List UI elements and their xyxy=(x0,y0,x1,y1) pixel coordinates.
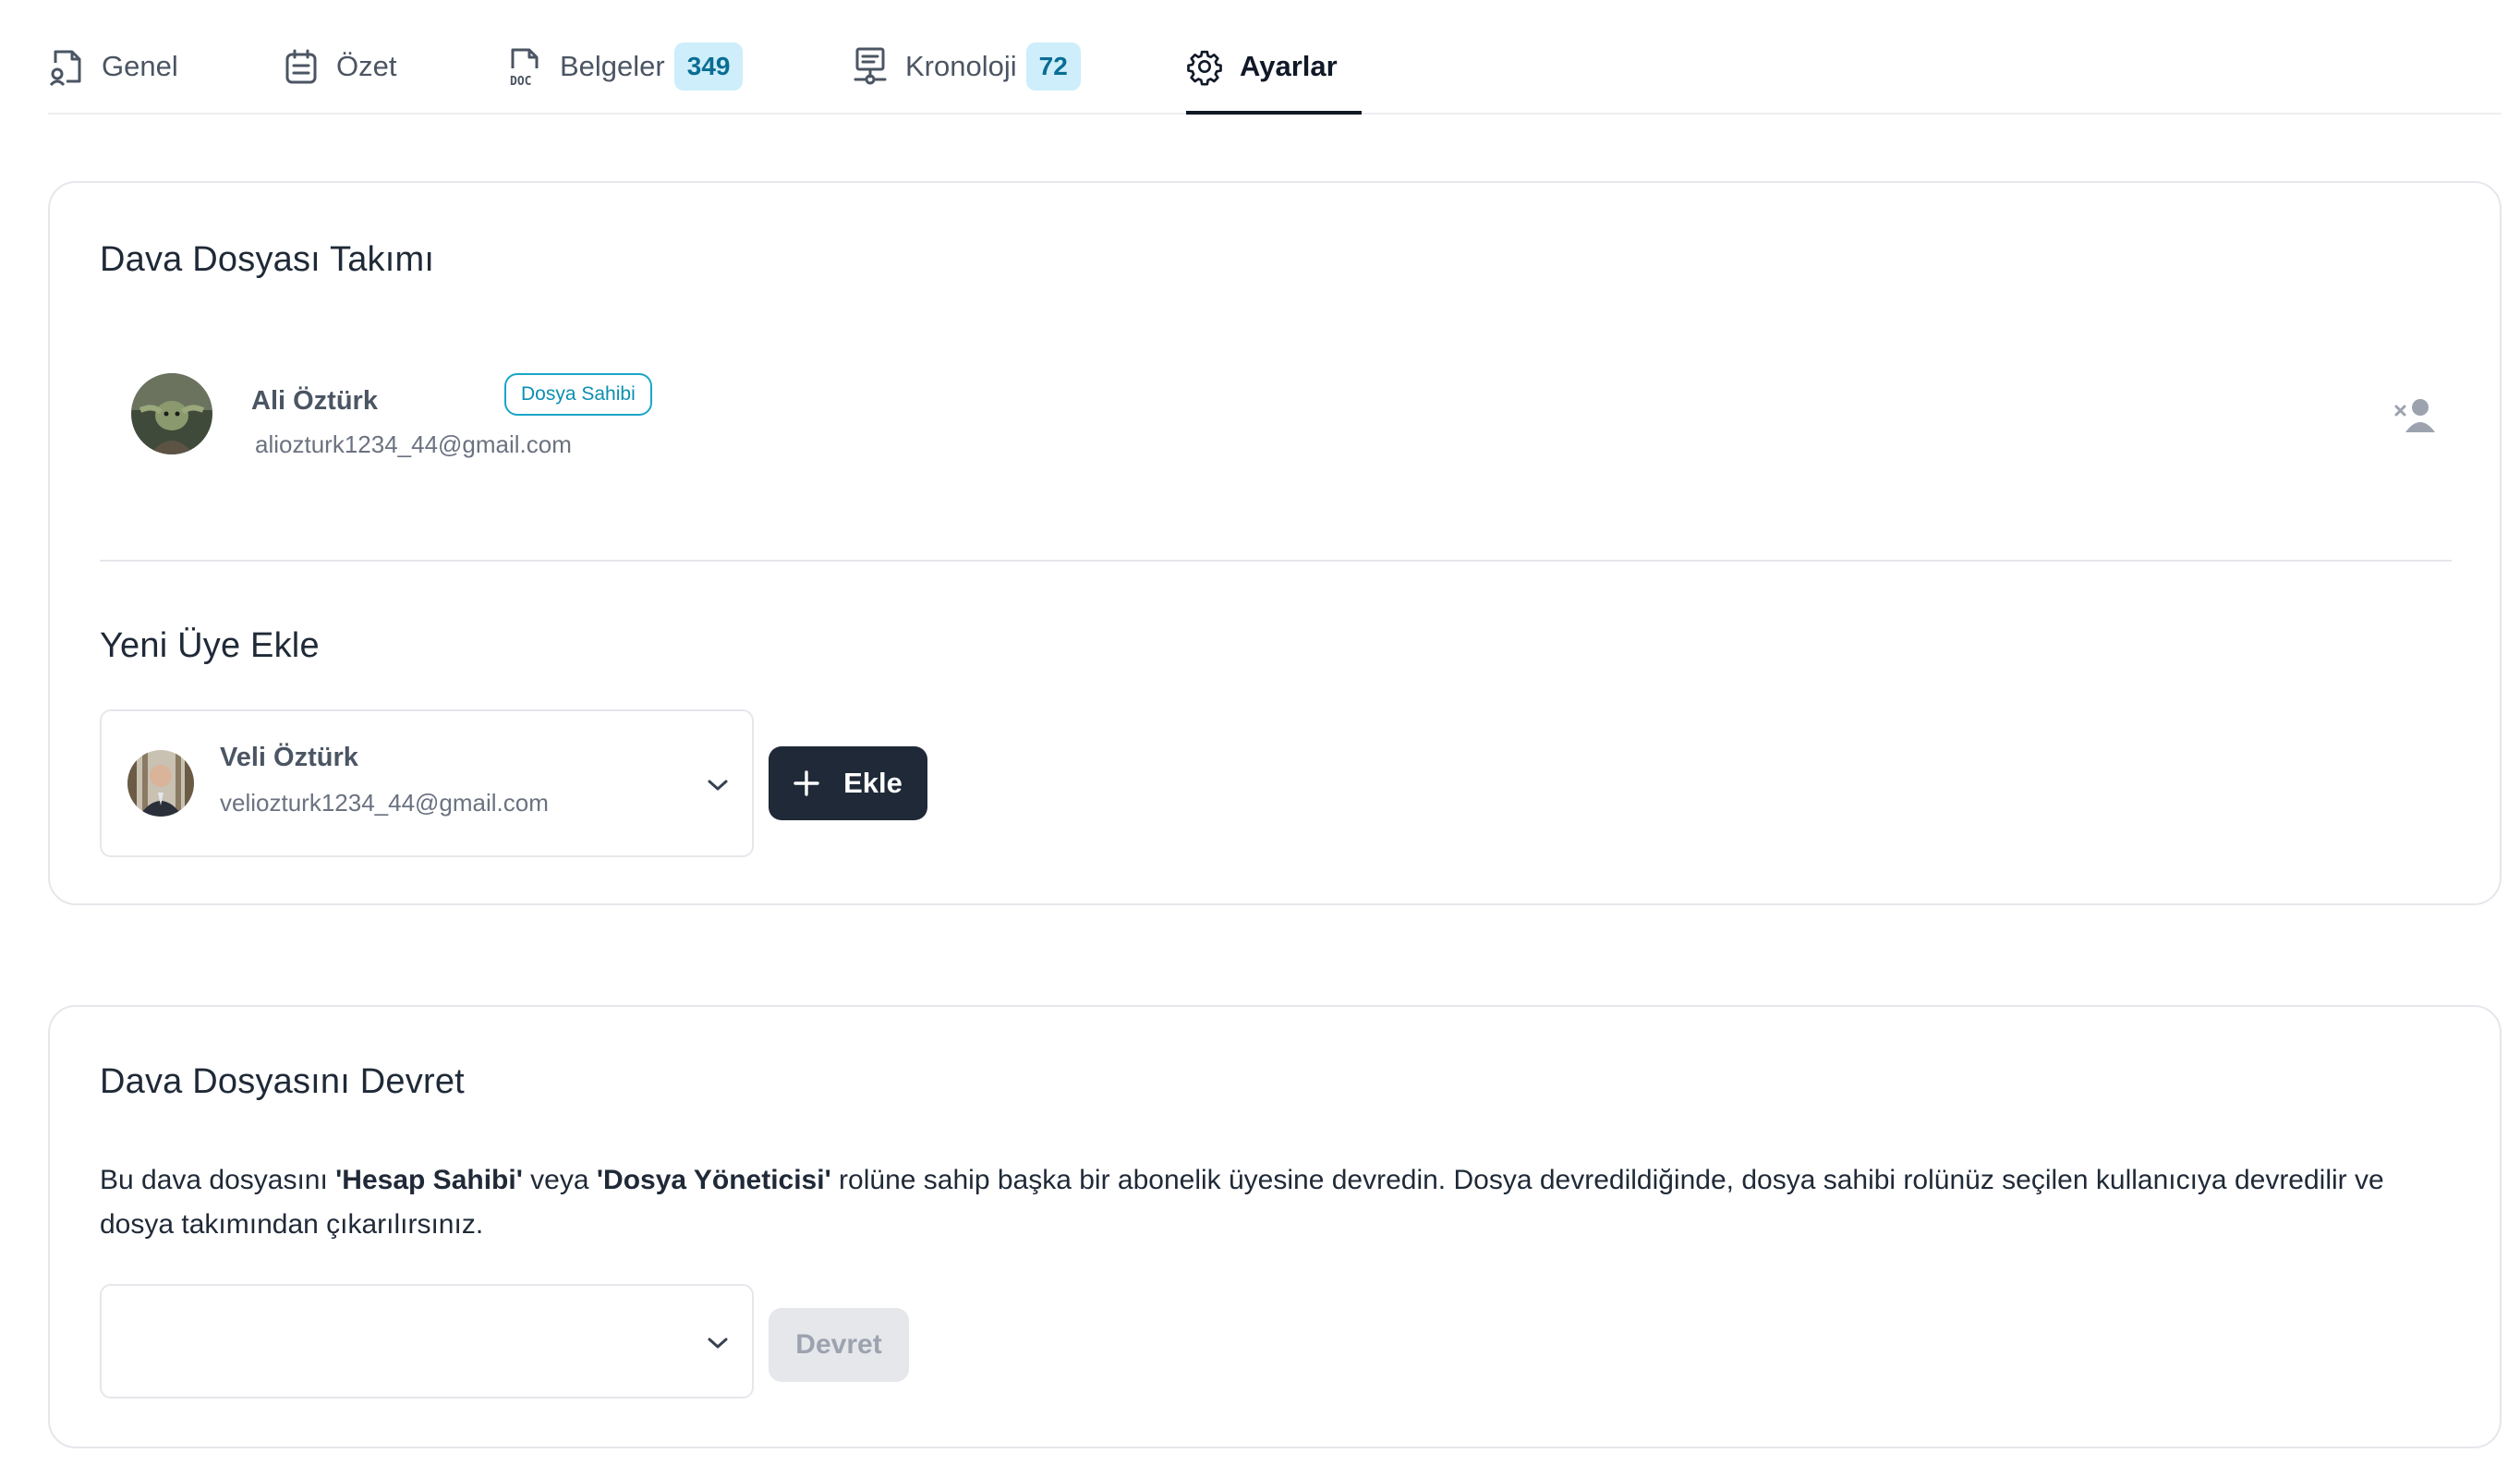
selected-member-name: Veli Öztürk xyxy=(220,743,358,772)
transfer-card: Dava Dosyasını Devret Bu dava dosyasını … xyxy=(48,1005,2502,1448)
svg-text:DOC: DOC xyxy=(510,75,531,87)
timeline-monitor-icon xyxy=(852,46,889,87)
tab-label: Özet xyxy=(336,50,397,82)
person-document-icon xyxy=(48,46,85,87)
tab-label: Genel xyxy=(102,50,178,82)
description-role-file-manager: 'Dosya Yöneticisi' xyxy=(596,1165,831,1195)
transfer-button[interactable]: Devret xyxy=(769,1308,909,1382)
selected-member-email: veliozturk1234_44@gmail.com xyxy=(220,789,549,817)
tab-label: Ayarlar xyxy=(1240,50,1338,82)
gear-icon xyxy=(1186,46,1223,87)
tab-belgeler[interactable]: DOC Belgeler 349 xyxy=(506,37,744,96)
description-text: Bu dava dosyasını xyxy=(100,1165,336,1195)
transfer-title: Dava Dosyasını Devret xyxy=(100,1062,465,1101)
transfer-description: Bu dava dosyasını 'Hesap Sahibi' veya 'D… xyxy=(100,1158,2409,1247)
chevron-down-icon xyxy=(704,776,732,794)
description-text: veya xyxy=(522,1165,597,1195)
member-name: Ali Öztürk xyxy=(251,386,378,416)
transfer-user-select[interactable] xyxy=(100,1284,754,1398)
tab-count-badge: 72 xyxy=(1025,42,1081,91)
member-email: aliozturk1234_44@gmail.com xyxy=(255,430,572,458)
tab-ozet[interactable]: Özet xyxy=(283,37,396,96)
team-member-row: Ali Öztürk Dosya Sahibi aliozturk1234_44… xyxy=(131,373,2459,466)
team-card: Dava Dosyası Takımı Ali Öztürk Dosya Sah… xyxy=(48,181,2502,905)
doc-file-icon: DOC xyxy=(506,46,543,87)
add-member-button-label: Ekle xyxy=(843,767,903,799)
avatar xyxy=(127,750,194,817)
add-member-button[interactable]: Ekle xyxy=(769,746,927,820)
description-role-account-owner: 'Hesap Sahibi' xyxy=(335,1165,523,1195)
add-member-title: Yeni Üye Ekle xyxy=(100,626,320,665)
team-title: Dava Dosyası Takımı xyxy=(100,240,435,279)
plus-icon xyxy=(794,770,819,796)
member-select[interactable]: Veli Öztürk veliozturk1234_44@gmail.com xyxy=(100,709,754,857)
tab-kronoloji[interactable]: Kronoloji 72 xyxy=(852,37,1081,96)
tab-label: Belgeler xyxy=(560,50,665,82)
tab-bar: Genel Özet DOC Belgeler 349 Kronoloji 72 xyxy=(48,0,2502,115)
tab-count-badge: 349 xyxy=(673,42,744,91)
transfer-button-label: Devret xyxy=(795,1329,882,1360)
divider xyxy=(100,560,2452,562)
avatar xyxy=(131,373,212,454)
chevron-down-icon xyxy=(704,1334,732,1352)
calendar-list-icon xyxy=(283,46,320,87)
active-tab-indicator xyxy=(1186,111,1362,115)
tab-genel[interactable]: Genel xyxy=(48,37,178,96)
role-badge: Dosya Sahibi xyxy=(504,373,652,416)
tab-ayarlar[interactable]: Ayarlar xyxy=(1186,37,1338,96)
tab-label: Kronoloji xyxy=(905,50,1017,82)
remove-user-icon[interactable] xyxy=(2394,397,2439,434)
